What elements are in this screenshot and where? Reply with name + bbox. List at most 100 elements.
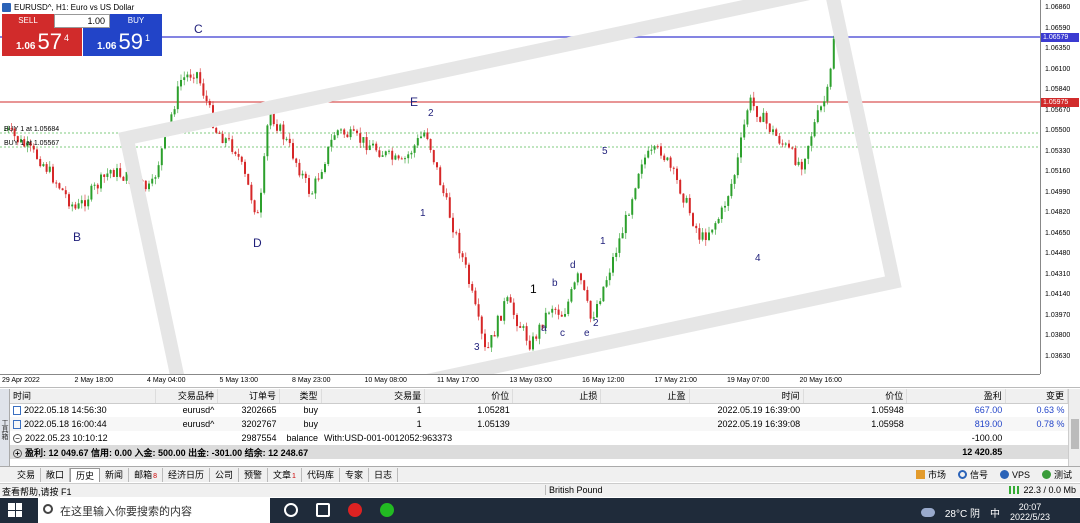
toolbox-side-tab[interactable]: 工具箱 (0, 389, 10, 469)
signals-button[interactable]: 信号 (957, 468, 988, 481)
col-change[interactable]: 变更 (1005, 389, 1069, 404)
time-tick: 16 May 12:00 (582, 377, 625, 384)
balance-row[interactable]: −2022.05.23 10:10:12 2987554 balance Wit… (10, 431, 1068, 445)
row-type: buy (303, 405, 319, 416)
row-close-price: 1.05948 (871, 405, 904, 416)
col-tp[interactable]: 止盈 (600, 389, 690, 404)
tab-mailbox[interactable]: 邮箱8 (129, 467, 163, 482)
wechat-icon[interactable] (380, 503, 394, 517)
row-change: 0.78 % (1005, 417, 1068, 431)
price-chart[interactable] (0, 0, 1040, 374)
row-time: 2022.05.18 14:56:30 (24, 405, 107, 416)
col-price[interactable]: 价位 (424, 389, 514, 404)
row-comment: With:USD-001-0012052:963373 (324, 433, 453, 443)
buy-price[interactable]: 1.06 59 1 (82, 28, 162, 56)
deal-icon (13, 420, 21, 430)
sell-button[interactable]: SELL (2, 14, 54, 28)
tab-news[interactable]: 新闻 (100, 467, 130, 482)
col-volume[interactable]: 交易量 (321, 389, 426, 404)
windows-start-icon[interactable] (8, 503, 22, 517)
tab-calendar[interactable]: 经济日历 (163, 467, 210, 482)
table-row[interactable]: 2022.05.18 14:56:30 eurusd^ 3202665 buy … (10, 403, 1068, 417)
one-click-trading-panel: SELL 1.00 BUY 1.06 57 4 1.06 59 1 (2, 14, 162, 56)
price-tick: 1.03970 (1045, 311, 1071, 319)
status-bar: 查看帮助,请按 F1 British Pound 22.3 / 0.0 Mb (0, 483, 1080, 497)
history-header: 时间 交易品种 订单号 类型 交易量 价位 止损 止盈 时间 价位 盈利 变更 (10, 389, 1069, 404)
watermark-stamp (118, 0, 902, 374)
tab-history[interactable]: 历史 (70, 467, 101, 482)
sell-price-point: 4 (63, 33, 69, 43)
status-profile[interactable]: British Pound (545, 485, 603, 495)
price-tick: 1.04650 (1045, 229, 1071, 237)
tab-trade[interactable]: 交易 (12, 467, 42, 482)
col-order[interactable]: 订单号 (217, 389, 281, 404)
row-price: 1.05281 (477, 405, 510, 416)
price-tick: 1.06860 (1045, 4, 1071, 11)
buy-button[interactable]: BUY (110, 14, 162, 28)
lot-size-input[interactable]: 1.00 (54, 14, 110, 28)
time-tick: 13 May 03:00 (509, 377, 552, 384)
price-tick: 1.03800 (1045, 332, 1071, 339)
col-type[interactable]: 类型 (279, 389, 322, 404)
buy-order-label-2: BUY 1 at 1.05567 (4, 140, 60, 147)
wave-label-3: 3 (474, 342, 480, 353)
row-time: 2022.05.23 10:10:12 (25, 432, 108, 443)
time-axis[interactable]: 29 Apr 2022 2 May 18:00 4 May 04:00 5 May 1… (0, 374, 1040, 388)
time-tick: 20 May 16:00 (799, 377, 842, 384)
tab-company[interactable]: 公司 (210, 467, 240, 482)
weather-icon (920, 507, 935, 517)
wave-label-4: 4 (755, 253, 761, 264)
level-label-blue: 1.06579 (1041, 33, 1079, 42)
time-tick: 10 May 08:00 (364, 377, 407, 384)
app-icon-red[interactable] (348, 503, 362, 517)
file-explorer-icon[interactable] (316, 503, 330, 517)
tab-articles[interactable]: 文章1 (268, 467, 302, 482)
row-type: balance (286, 433, 319, 443)
time-tick: 11 May 17:00 (437, 377, 479, 384)
col-symbol[interactable]: 交易品种 (155, 389, 218, 404)
clock-date: 2022/5/23 (1009, 512, 1050, 522)
price-axis[interactable]: 1.06860 1.06590 1.06350 1.06100 1.05840 1.056… (1040, 0, 1080, 374)
ime-indicator[interactable]: 中 (990, 505, 1000, 520)
market-button[interactable]: 市场 (915, 468, 946, 481)
tester-button[interactable]: 测试 (1041, 468, 1072, 481)
tab-codebase[interactable]: 代码库 (302, 467, 340, 482)
price-tick: 1.04310 (1045, 270, 1071, 278)
chart-title: EURUSD^, H1: Euro vs US Dollar (2, 1, 134, 13)
signals-icon (957, 470, 967, 479)
tab-journal[interactable]: 日志 (369, 467, 398, 482)
col-close-price[interactable]: 价位 (803, 389, 908, 404)
wave-label-1a: 1 (420, 208, 426, 219)
chart-title-text: EURUSD^, H1: Euro vs US Dollar (14, 2, 135, 12)
terminal-tabs: 交易 敞口 历史 新闻 邮箱8 经济日历 公司 预警 文章1 代码库 专家 日志… (0, 466, 1080, 482)
col-profit[interactable]: 盈利 (906, 389, 1006, 404)
table-row[interactable]: 2022.05.18 16:00:44 eurusd^ 3202767 buy … (10, 417, 1068, 431)
chart-window[interactable]: EURUSD^, H1: Euro vs US Dollar SELL 1.00… (0, 0, 1080, 388)
tab-alerts[interactable]: 预警 (239, 467, 269, 482)
col-sl[interactable]: 止损 (512, 389, 602, 404)
wave-label-B: B (73, 230, 82, 244)
connection-icon (1009, 486, 1020, 494)
windows-taskbar: 在这里输入你要搜索的内容 28°C 阴 中 20:07 2022/5/23 (0, 498, 1080, 523)
history-table: 时间 交易品种 订单号 类型 交易量 价位 止损 止盈 时间 价位 盈利 变更 … (10, 389, 1069, 459)
sell-price[interactable]: 1.06 57 4 (2, 28, 82, 56)
tab-exposure[interactable]: 敞口 (41, 467, 71, 482)
time-tick: 4 May 04:00 (147, 377, 186, 384)
search-icon (43, 504, 53, 514)
task-view-icon[interactable] (284, 503, 298, 517)
vps-button[interactable]: VPS (999, 470, 1030, 480)
tab-experts[interactable]: 专家 (340, 467, 369, 482)
time-tick: 5 May 13:00 (219, 377, 259, 384)
articles-badge: 1 (292, 472, 296, 480)
wave-label-C: C (194, 22, 203, 36)
taskbar-search[interactable]: 在这里输入你要搜索的内容 (38, 498, 270, 523)
clock-time: 20:07 (1018, 502, 1042, 512)
col-close-time[interactable]: 时间 (689, 389, 804, 404)
col-time[interactable]: 时间 (10, 389, 156, 404)
status-traffic[interactable]: 22.3 / 0.0 Mb (1009, 485, 1076, 495)
wave-label-b: b (552, 278, 558, 289)
terminal-scrollbar[interactable] (1068, 389, 1080, 469)
weather-text[interactable]: 28°C 阴 (945, 505, 980, 520)
price-tick: 1.04820 (1045, 209, 1071, 216)
taskbar-clock[interactable]: 20:07 2022/5/23 (1010, 502, 1050, 522)
